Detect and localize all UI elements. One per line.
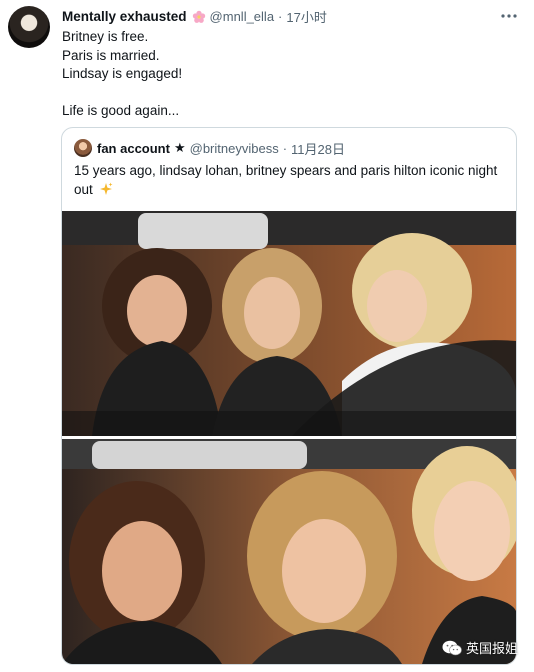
quoted-date: 11月28日 [291,141,346,157]
tweet-text: Britney is free. Paris is married. Linds… [62,28,512,121]
header-separator: · [278,8,283,24]
tweet[interactable]: Mentally exhausted @mnll_ella · 17小时 Bri… [0,0,534,672]
bottom-panel-image [62,439,516,664]
tweet-line: Lindsay is engaged! [62,66,183,81]
quoted-tweet[interactable]: fan account ★ @britneyvibess · 11月28日 15… [61,127,517,665]
quoted-photo[interactable] [62,211,516,664]
tweet-line: Britney is free. [62,29,149,44]
top-panel-image [62,211,516,436]
author-avatar[interactable] [8,6,50,48]
author-name[interactable]: Mentally exhausted [62,9,187,24]
more-dots-icon[interactable] [498,6,520,26]
quoted-author-avatar [74,139,92,157]
tweet-header: Mentally exhausted @mnll_ella · 17小时 [62,6,522,26]
quoted-separator: · [282,140,288,156]
quoted-text-content: 15 years ago, lindsay lohan, britney spe… [74,163,498,197]
author-handle[interactable]: @mnll_ella [210,9,275,24]
quoted-author-handle: @britneyvibess [189,140,279,156]
tweet-line: Life is good again... [62,103,180,118]
tweet-line: Paris is married. [62,47,160,63]
watermark: 英国报姐 [442,638,518,657]
quoted-tweet-text: 15 years ago, lindsay lohan, britney spe… [74,161,504,199]
wechat-icon [442,640,462,655]
cherry-blossom-icon [192,10,206,24]
sparkles-icon [99,182,113,196]
tweet-time[interactable]: 17小时 [286,7,326,26]
quoted-tweet-header: fan account ★ @britneyvibess · 11月28日 [74,138,345,158]
quoted-author-name: fan account [97,140,170,156]
watermark-text: 英国报姐 [465,641,518,656]
star-glyph: ★ [173,140,186,155]
